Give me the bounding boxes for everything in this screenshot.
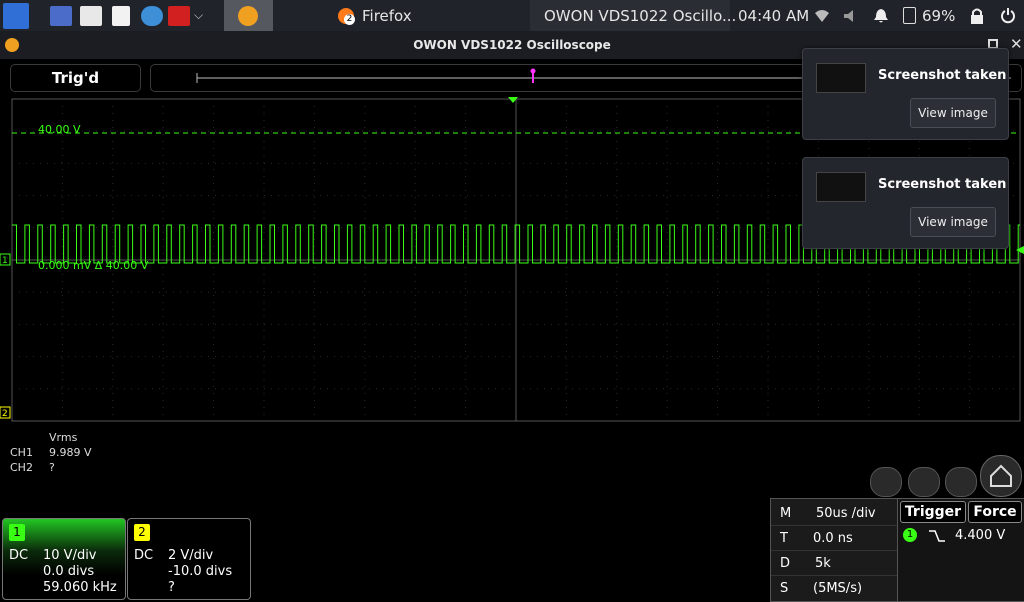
window-count-badge: 2 <box>344 13 355 25</box>
notification-screenshot-2[interactable]: Screenshot taken View image <box>802 157 1009 249</box>
oscilloscope-app-icon <box>238 5 258 26</box>
timebase-row-m[interactable]: M 50us /div <box>771 501 897 526</box>
screenshot-thumbnail <box>816 172 866 202</box>
trigger-status: Trig'd <box>10 64 141 92</box>
notification-title: Screenshot taken <box>878 177 1007 192</box>
timebase-panel[interactable]: M 50us /div T 0.0 ns D 5k S (5MS/s) <box>770 498 898 602</box>
ch2-offset: -10.0 divs <box>168 564 233 579</box>
ch1-coupling: DC <box>9 548 29 563</box>
svg-text:1: 1 <box>2 256 8 266</box>
firefox-icon: 2 <box>338 7 355 25</box>
ch2-scale: 2 V/div <box>168 548 214 563</box>
ch2-frequency: ? <box>168 580 175 595</box>
ch1-badge: 1 <box>9 524 25 541</box>
trigger-channel-badge: 1 <box>903 528 917 542</box>
active-window-label: OWON VDS1022 Oscillo... <box>544 6 737 25</box>
ch1-scale: 10 V/div <box>43 548 97 563</box>
trigger-panel: Trigger Force 1 4.400 V <box>897 498 1024 602</box>
battery-icon[interactable]: 69% <box>903 0 955 31</box>
ch2-panel[interactable]: 2 DC 2 V/div -10.0 divs ? <box>127 518 251 600</box>
firefox-label: Firefox <box>362 6 412 25</box>
chevron-down-icon[interactable]: ⌵ <box>194 0 203 31</box>
lock-icon[interactable] <box>970 0 984 31</box>
cursor-label: 0.000 mV Δ 40.00 V <box>38 259 149 272</box>
timebase-row-d[interactable]: D 5k <box>771 551 897 576</box>
text-editor-icon[interactable] <box>112 0 130 31</box>
oscilloscope-app: Trig'd 40.00 V 0.000 mV Δ 40.00 V 1 2 Vr… <box>0 59 1024 602</box>
timebase-row-t[interactable]: T 0.0 ns <box>771 526 897 551</box>
measure-ch2-value: ? <box>49 461 55 474</box>
notification-title: Screenshot taken <box>878 68 1007 83</box>
ch1-offset: 0.0 divs <box>43 564 95 579</box>
ch2-badge: 2 <box>134 524 150 541</box>
timebase-row-s[interactable]: S (5MS/s) <box>771 576 897 600</box>
clock-text: 04:40 AM <box>738 6 810 25</box>
trigger-button[interactable]: Trigger <box>900 501 966 523</box>
terminal-icon[interactable] <box>168 0 190 31</box>
view-image-button[interactable]: View image <box>910 98 996 128</box>
battery-percent: 69% <box>922 6 956 25</box>
save-icon[interactable] <box>908 467 940 497</box>
kali-menu-icon[interactable] <box>3 0 29 31</box>
files-icon[interactable] <box>80 0 102 31</box>
volume-icon[interactable] <box>843 0 861 31</box>
trigger-level-label: 40.00 V <box>38 123 81 136</box>
taskbar-oscilloscope[interactable]: OWON VDS1022 Oscillo... <box>530 0 736 33</box>
screenshot-thumbnail <box>816 63 866 93</box>
force-button[interactable]: Force <box>968 501 1022 523</box>
view-image-button[interactable]: View image <box>910 207 996 237</box>
ch1-frequency: 59.060 kHz <box>43 580 117 595</box>
trigger-level-value: 4.400 V <box>955 528 1006 543</box>
measure-ch2-label: CH2 <box>10 461 33 474</box>
waveform-display[interactable]: 40.00 V 0.000 mV Δ 40.00 V 1 2 <box>0 95 1024 425</box>
measure-ch1-label: CH1 <box>10 446 33 459</box>
taskbar-firefox[interactable]: 2 Firefox <box>338 0 412 31</box>
measure-header: Vrms <box>49 431 78 444</box>
close-icon[interactable]: ✕ <box>1010 35 1023 53</box>
power-icon[interactable] <box>1000 0 1016 31</box>
wifi-icon[interactable] <box>814 0 830 31</box>
falling-edge-icon <box>929 530 945 542</box>
measure-ch1-value: 9.989 V <box>49 446 92 459</box>
autoset-icon[interactable] <box>870 467 902 497</box>
notifications-bell-icon[interactable] <box>873 0 889 31</box>
notification-screenshot-1[interactable]: Screenshot taken View image <box>802 48 1009 140</box>
swap-icon[interactable] <box>945 467 977 497</box>
home-icon[interactable] <box>980 455 1022 497</box>
ch1-panel[interactable]: 1 DC 10 V/div 0.0 divs 59.060 kHz <box>2 518 126 600</box>
browser-globe-icon[interactable] <box>141 0 163 31</box>
desktop-icon[interactable] <box>50 0 72 31</box>
taskbar: ⌵ 2 Firefox OWON VDS1022 Oscillo... 04:4… <box>0 0 1024 33</box>
clock[interactable]: 04:40 AM <box>738 0 809 31</box>
svg-text:2: 2 <box>2 409 8 419</box>
active-app-button[interactable] <box>224 0 273 31</box>
ch2-coupling: DC <box>134 548 154 563</box>
